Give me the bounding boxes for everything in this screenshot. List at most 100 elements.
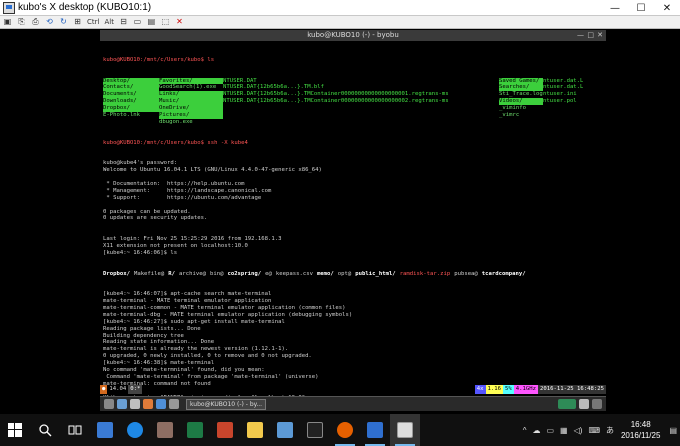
terminal-line: mate-terminal - MATE terminal emulator a… [103,298,272,305]
taskbar-app-powerpoint[interactable] [210,414,240,446]
system-tray: ^ ☁ ▭ ▦ ◁) ⌨ あ 16:48 2016/11/25 ▤ [520,414,680,446]
search-button[interactable] [30,414,60,446]
toolbar-window-icon[interactable]: ▭ [132,17,143,27]
terminal-prompt-ssh: kubo@KUBO10:/mnt/c/Users/kubo$ ssh -X ku… [103,139,248,146]
taskbar-clock[interactable]: 16:48 2016/11/25 [621,419,660,441]
toolbar-zoom-icon[interactable]: ⬚ [160,17,171,27]
terminal-close-icon[interactable]: ✕ [597,30,603,41]
remote-terminal-icon[interactable] [130,399,140,409]
task-view-button[interactable] [60,414,90,446]
tray-battery-icon[interactable]: ▭ [546,426,554,435]
taskbar-app-notes[interactable] [240,414,270,446]
ls-entry: ntuser.ini [543,91,577,98]
status-window[interactable]: 0:* [128,385,143,394]
taskbar-app-network[interactable] [270,414,300,446]
taskbar-app-firefox[interactable] [330,414,360,446]
tray-overflow-chevron-icon[interactable]: ^ [523,426,527,435]
clock-time: 16:48 [630,420,651,429]
taskbar-app-photos[interactable] [150,414,180,446]
taskbar-app-browser[interactable] [120,414,150,446]
toolbar-fullscreen-icon[interactable]: ⊞ [72,17,83,27]
ime-indicator[interactable]: あ [606,425,614,436]
toolbar-keyboard-icon[interactable]: ⊟ [118,17,129,27]
remote-app-icon[interactable] [169,399,179,409]
close-button[interactable]: ✕ [654,0,680,16]
toolbar-paste-icon[interactable]: ⎙ [30,17,41,27]
terminal-minimize-icon[interactable]: — [577,30,584,41]
status-load: 1.16 [485,385,504,394]
notes-icon [247,422,263,438]
file-manager-icon [97,422,113,438]
ls-entry: Saved Games/ [499,77,543,85]
ls-entry: GoodSearch(1).exe [159,84,217,91]
remote-browser-icon[interactable] [143,399,153,409]
firefox-icon [337,422,353,438]
terminal-line: Welcome to Ubuntu 16.04.1 LTS (GNU/Linux… [103,167,322,174]
byobu-status-bar: ● 14.04 0:* 4x 1.16 5% 4.1GHz 2016-11-25… [100,385,606,394]
vnc-window-title: kubo's X desktop (KUBO10:1) [18,2,152,13]
tray-keyboard-icon[interactable]: ⌨ [588,426,600,435]
terminal-line: mate-terminal-common - MATE terminal emu… [103,305,346,312]
vnc-app-icon [3,1,15,14]
tray-network-icon[interactable]: ▦ [560,426,568,435]
terminal-icon [307,422,323,438]
terminal-title-bar: kubo@KUBO10 (-) - byobu — □ ✕ [100,30,606,41]
toolbar-refresh-icon[interactable]: ⟲ [44,17,55,27]
ls-entry: Favorites/ [159,77,223,85]
toolbar-disconnect-icon[interactable]: ✕ [174,17,185,27]
remote-files-icon[interactable] [117,399,127,409]
status-freq: 4.1GHz [513,385,538,394]
remote-menu-icon[interactable] [104,399,114,409]
ls-entry: NTUSER.DAT{12b65b6a...}.TMContainer00000… [223,98,449,105]
ls-home-entry: e@ [265,270,272,277]
terminal-line: Last login: Fri Nov 25 15:25:29 2016 fro… [103,236,282,243]
taskbar-app-terminal[interactable] [300,414,330,446]
tray-cloud-icon[interactable]: ☁ [532,426,540,435]
powerpoint-icon [217,422,233,438]
windows-logo-icon [8,423,22,437]
terminal-line: No command 'mate-termninal' found, did y… [103,367,265,374]
ls-entry: NTUSER.DAT{12b65b6a...}.TMContainer00000… [223,91,449,98]
ls-entry: NTUSER.DAT [223,77,257,84]
ls-entry: ntuser.pol [543,98,577,105]
remote-power-icon[interactable] [592,399,602,409]
taskbar-app-visual-studio[interactable] [360,414,390,446]
remote-network-icon[interactable] [558,399,576,409]
toolbar-copy-icon[interactable]: ⎘ [16,17,27,27]
toolbar-alt-button[interactable]: Alt [103,17,114,27]
ls-row: Contacts/GoodSearch(1).exe NTUSER.DAT{12b… [103,84,603,92]
remote-mail-icon[interactable] [156,399,166,409]
minimize-button[interactable]: — [602,0,628,16]
remote-volume-icon[interactable] [579,399,589,409]
taskbar-app-file-manager[interactable] [90,414,120,446]
terminal-line: * Support: https://ubuntu.com/advantage [103,194,262,201]
terminal-maximize-icon[interactable]: □ [587,30,594,41]
toolbar-info-icon[interactable]: ▤ [146,17,157,27]
taskbar-app-excel[interactable] [180,414,210,446]
remote-task-byobu[interactable]: kubo@KUBO10 (-) - by... [186,398,266,410]
ls-entry: Pictures/ [159,111,223,119]
terminal-output[interactable]: kubo@KUBO10:/mnt/c/Users/kubo$ ls Deskto… [100,41,606,424]
ls-entry: ntuser.dat.LOG2 [543,84,583,91]
ls-row: Documents/Links/NTUSER.DAT{12b65b6a...}.… [103,91,603,99]
maximize-button[interactable]: ☐ [628,0,654,16]
ls-entry: Documents/ [103,91,159,99]
ls-home-entry: Makefile@ [133,270,165,277]
ls-home-entry: tcardcompany/ [481,270,526,277]
start-button[interactable] [0,414,30,446]
ls-entry: _vimrc [499,111,520,118]
terminal-line: 0 upgraded, 0 newly installed, 0 to remo… [103,353,312,360]
toolbar-options-icon[interactable]: ▣ [2,17,13,27]
toolbar-reload-icon[interactable]: ↻ [58,17,69,27]
action-center-icon[interactable]: ▤ [669,426,677,435]
network-icon [277,422,293,438]
ls-home-entry: pubsea@ [454,270,478,277]
toolbar-ctrl-button[interactable]: Ctrl [86,17,100,27]
excel-icon [187,422,203,438]
ls-entry: OneDrive/ [159,105,223,112]
tray-volume-icon[interactable]: ◁) [574,426,583,435]
taskbar-app-vnc[interactable] [390,414,420,446]
terminal-line: [kube4:~ 16:46:06]$ ls [103,249,178,256]
